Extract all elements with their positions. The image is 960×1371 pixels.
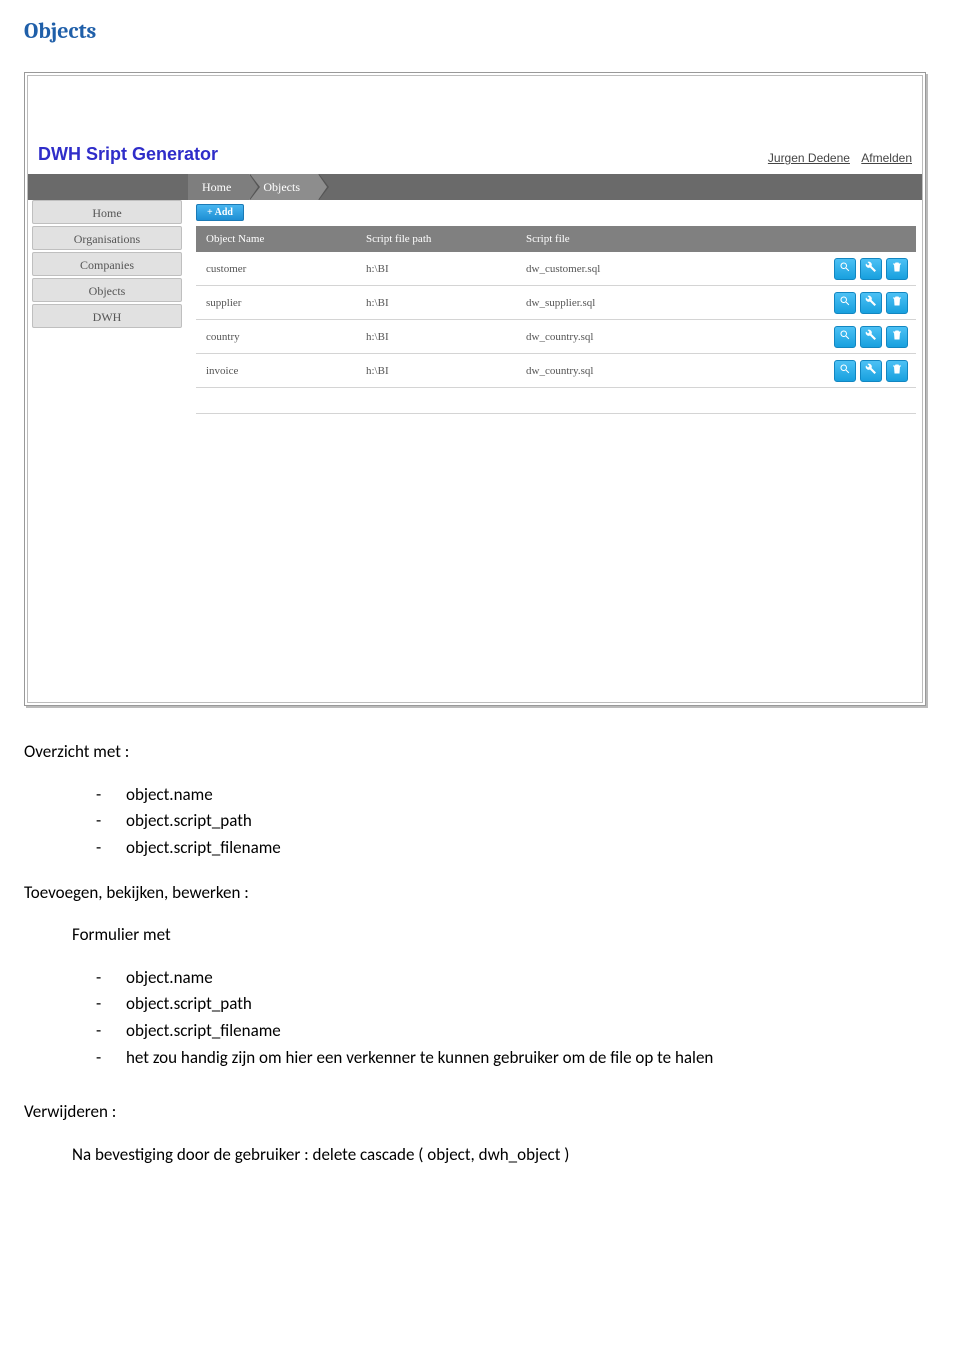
cell-file: dw_customer.sql — [526, 263, 796, 275]
col-script-file: Script file — [526, 226, 796, 252]
list-item: object.script_path — [96, 809, 936, 834]
user-link[interactable]: Jurgen Dedene — [768, 151, 850, 165]
trash-icon — [891, 363, 903, 378]
col-script-path: Script file path — [366, 226, 526, 252]
breadcrumb: Home Objects — [188, 174, 318, 200]
search-icon — [839, 295, 851, 310]
delete-button[interactable] — [886, 258, 908, 280]
cell-path: h:\BI — [366, 297, 526, 309]
wrench-icon — [865, 261, 877, 276]
view-button[interactable] — [834, 326, 856, 348]
search-icon — [839, 329, 851, 344]
delete-button[interactable] — [886, 292, 908, 314]
app-title: DWH Sript Generator — [38, 144, 218, 165]
table-header: Object Name Script file path Script file — [196, 226, 916, 252]
add-button[interactable]: + Add — [196, 204, 244, 221]
sidebar-item-dwh[interactable]: DWH — [32, 304, 182, 328]
search-icon — [839, 261, 851, 276]
sidebar-item-objects[interactable]: Objects — [32, 278, 182, 302]
overzicht-label: Overzicht met : — [24, 740, 936, 765]
table-row-empty — [196, 388, 916, 414]
overzicht-list: object.name object.script_path object.sc… — [96, 783, 936, 861]
sidebar-item-home[interactable]: Home — [32, 200, 182, 224]
list-item: object.script_path — [96, 992, 936, 1017]
cell-file: dw_country.sql — [526, 365, 796, 377]
nav-strip — [28, 174, 922, 200]
cell-name: customer — [206, 263, 366, 275]
edit-button[interactable] — [860, 326, 882, 348]
delete-button[interactable] — [886, 360, 908, 382]
sidebar-item-organisations[interactable]: Organisations — [32, 226, 182, 250]
wrench-icon — [865, 295, 877, 310]
logout-link[interactable]: Afmelden — [861, 151, 912, 165]
section-heading: Objects — [24, 18, 936, 44]
trash-icon — [891, 261, 903, 276]
col-object-name: Object Name — [206, 226, 366, 252]
table-row: invoice h:\BI dw_country.sql — [196, 354, 916, 388]
breadcrumb-item[interactable]: Home — [188, 174, 249, 200]
cell-path: h:\BI — [366, 331, 526, 343]
toevoegen-label: Toevoegen, bekijken, bewerken : — [24, 881, 936, 906]
trash-icon — [891, 295, 903, 310]
formulier-list: object.name object.script_path object.sc… — [96, 966, 936, 1071]
list-item: object.name — [96, 783, 936, 808]
verwijderen-label: Verwijderen : — [24, 1100, 936, 1125]
wrench-icon — [865, 363, 877, 378]
cell-path: h:\BI — [366, 263, 526, 275]
edit-button[interactable] — [860, 258, 882, 280]
list-item: object.script_filename — [96, 836, 936, 861]
cell-name: country — [206, 331, 366, 343]
sidebar-item-companies[interactable]: Companies — [32, 252, 182, 276]
cell-file: dw_supplier.sql — [526, 297, 796, 309]
list-item: object.name — [96, 966, 936, 991]
cell-path: h:\BI — [366, 365, 526, 377]
view-button[interactable] — [834, 292, 856, 314]
list-item: het zou handig zijn om hier een verkenne… — [96, 1046, 936, 1071]
table-row: country h:\BI dw_country.sql — [196, 320, 916, 354]
objects-table: Object Name Script file path Script file… — [196, 226, 916, 414]
na-bevestiging: Na bevestiging door de gebruiker : delet… — [24, 1143, 936, 1168]
cell-file: dw_country.sql — [526, 331, 796, 343]
formulier-label: Formulier met — [24, 923, 936, 948]
search-icon — [839, 363, 851, 378]
wrench-icon — [865, 329, 877, 344]
sidebar: Home Organisations Companies Objects DWH — [32, 200, 182, 330]
cell-name: invoice — [206, 365, 366, 377]
app-screenshot: DWH Sript Generator Jurgen Dedene Afmeld… — [24, 72, 926, 706]
trash-icon — [891, 329, 903, 344]
edit-button[interactable] — [860, 360, 882, 382]
table-row: customer h:\BI dw_customer.sql — [196, 252, 916, 286]
cell-name: supplier — [206, 297, 366, 309]
delete-button[interactable] — [886, 326, 908, 348]
table-row: supplier h:\BI dw_supplier.sql — [196, 286, 916, 320]
edit-button[interactable] — [860, 292, 882, 314]
list-item: object.script_filename — [96, 1019, 936, 1044]
view-button[interactable] — [834, 360, 856, 382]
view-button[interactable] — [834, 258, 856, 280]
